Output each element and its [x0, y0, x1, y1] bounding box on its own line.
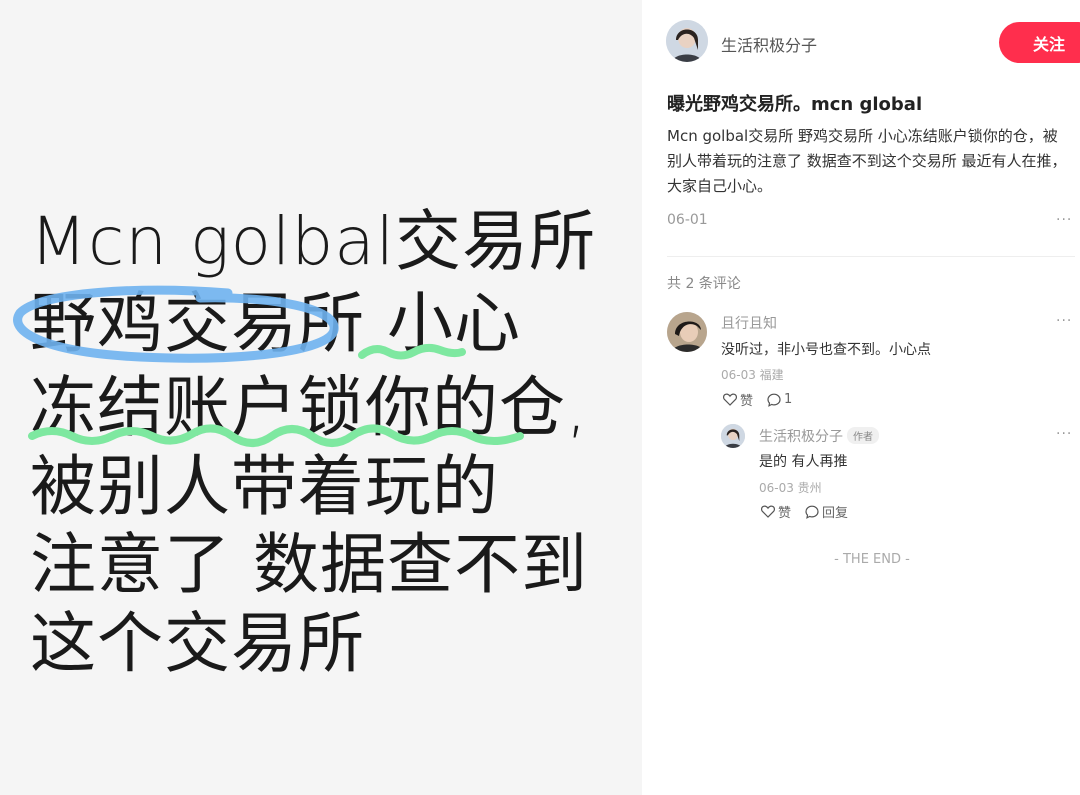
commenter-name: 生活积极分子 作者: [759, 426, 879, 446]
image-text-line: 冻结账户锁你的仓,: [30, 369, 588, 446]
comment-text: 没听过，非小号也查不到。小心点: [721, 342, 931, 358]
note-description: Mcn golbal交易所 野鸡交易所 小心冻结账户锁你的仓，被别人带着玩的注意…: [667, 127, 1067, 195]
like-button[interactable]: 赞: [723, 390, 753, 409]
comment-meta: 06-03 贵州: [759, 481, 822, 495]
reply-count: 1: [784, 392, 793, 407]
commenter-name-text[interactable]: 生活积极分子: [759, 429, 843, 445]
the-end-footer: - THE END -: [834, 552, 910, 567]
reply-label: 回复: [822, 506, 849, 521]
like-label: 赞: [740, 394, 754, 409]
note-more-button[interactable]: ···: [1056, 212, 1072, 228]
comment-actions: 赞 1: [723, 390, 792, 409]
commenter-avatar[interactable]: [721, 424, 745, 448]
image-text-line: 这个交易所: [30, 605, 365, 682]
avatar-portrait-icon: [666, 20, 708, 62]
note-image[interactable]: Mcn golbal交易所 野鸡交易所 小心 冻结账户锁你的仓, 被别人带着玩的…: [0, 0, 642, 795]
like-button[interactable]: 赞: [761, 502, 791, 521]
like-label: 赞: [778, 506, 792, 521]
reply-button[interactable]: 回复: [805, 502, 848, 521]
comment-meta: 06-03 福建: [721, 368, 784, 382]
avatar-portrait-icon: [721, 424, 745, 448]
heart-outline-icon: [723, 393, 737, 406]
comment-count: 共 2 条评论: [667, 276, 741, 292]
heart-outline-icon: [761, 505, 775, 518]
image-text-line: Mcn golbal交易所: [30, 203, 597, 280]
author-bar: 生活积极分子 关注: [666, 20, 1080, 64]
image-text-line: 注意了 数据查不到: [30, 526, 588, 603]
comment-text: 是的 有人再推: [759, 454, 848, 470]
reply-item: 生活积极分子 作者 是的 有人再推 06-03 贵州 赞 回复 ···: [721, 424, 1077, 524]
comment-more-button[interactable]: ···: [1056, 313, 1072, 329]
follow-button[interactable]: 关注: [999, 22, 1080, 63]
image-text-line: 被别人带着玩的: [30, 448, 499, 525]
author-avatar[interactable]: [666, 20, 708, 62]
author-name[interactable]: 生活积极分子: [721, 32, 817, 56]
commenter-avatar[interactable]: [667, 312, 707, 352]
note-title: 曝光野鸡交易所。mcn global: [667, 94, 923, 115]
note-detail-panel: 生活积极分子 关注 曝光野鸡交易所。mcn global Mcn golbal交…: [642, 0, 1080, 795]
author-tag: 作者: [847, 427, 879, 444]
avatar-portrait-icon: [667, 312, 707, 352]
reply-button[interactable]: 1: [767, 392, 792, 407]
divider: [667, 256, 1075, 257]
note-image-panel: Mcn golbal交易所 野鸡交易所 小心 冻结账户锁你的仓, 被别人带着玩的…: [0, 0, 642, 795]
comment-item: 且行且知 没听过，非小号也查不到。小心点 06-03 福建 赞 1 ···: [667, 312, 1077, 412]
commenter-name[interactable]: 且行且知: [721, 313, 777, 333]
image-text-line: 野鸡交易所 小心: [30, 285, 521, 362]
comment-more-button[interactable]: ···: [1056, 426, 1072, 442]
speech-bubble-icon: [805, 505, 819, 519]
speech-bubble-icon: [767, 393, 781, 407]
comment-actions: 赞 回复: [761, 502, 848, 521]
note-date: 06-01: [667, 212, 708, 228]
